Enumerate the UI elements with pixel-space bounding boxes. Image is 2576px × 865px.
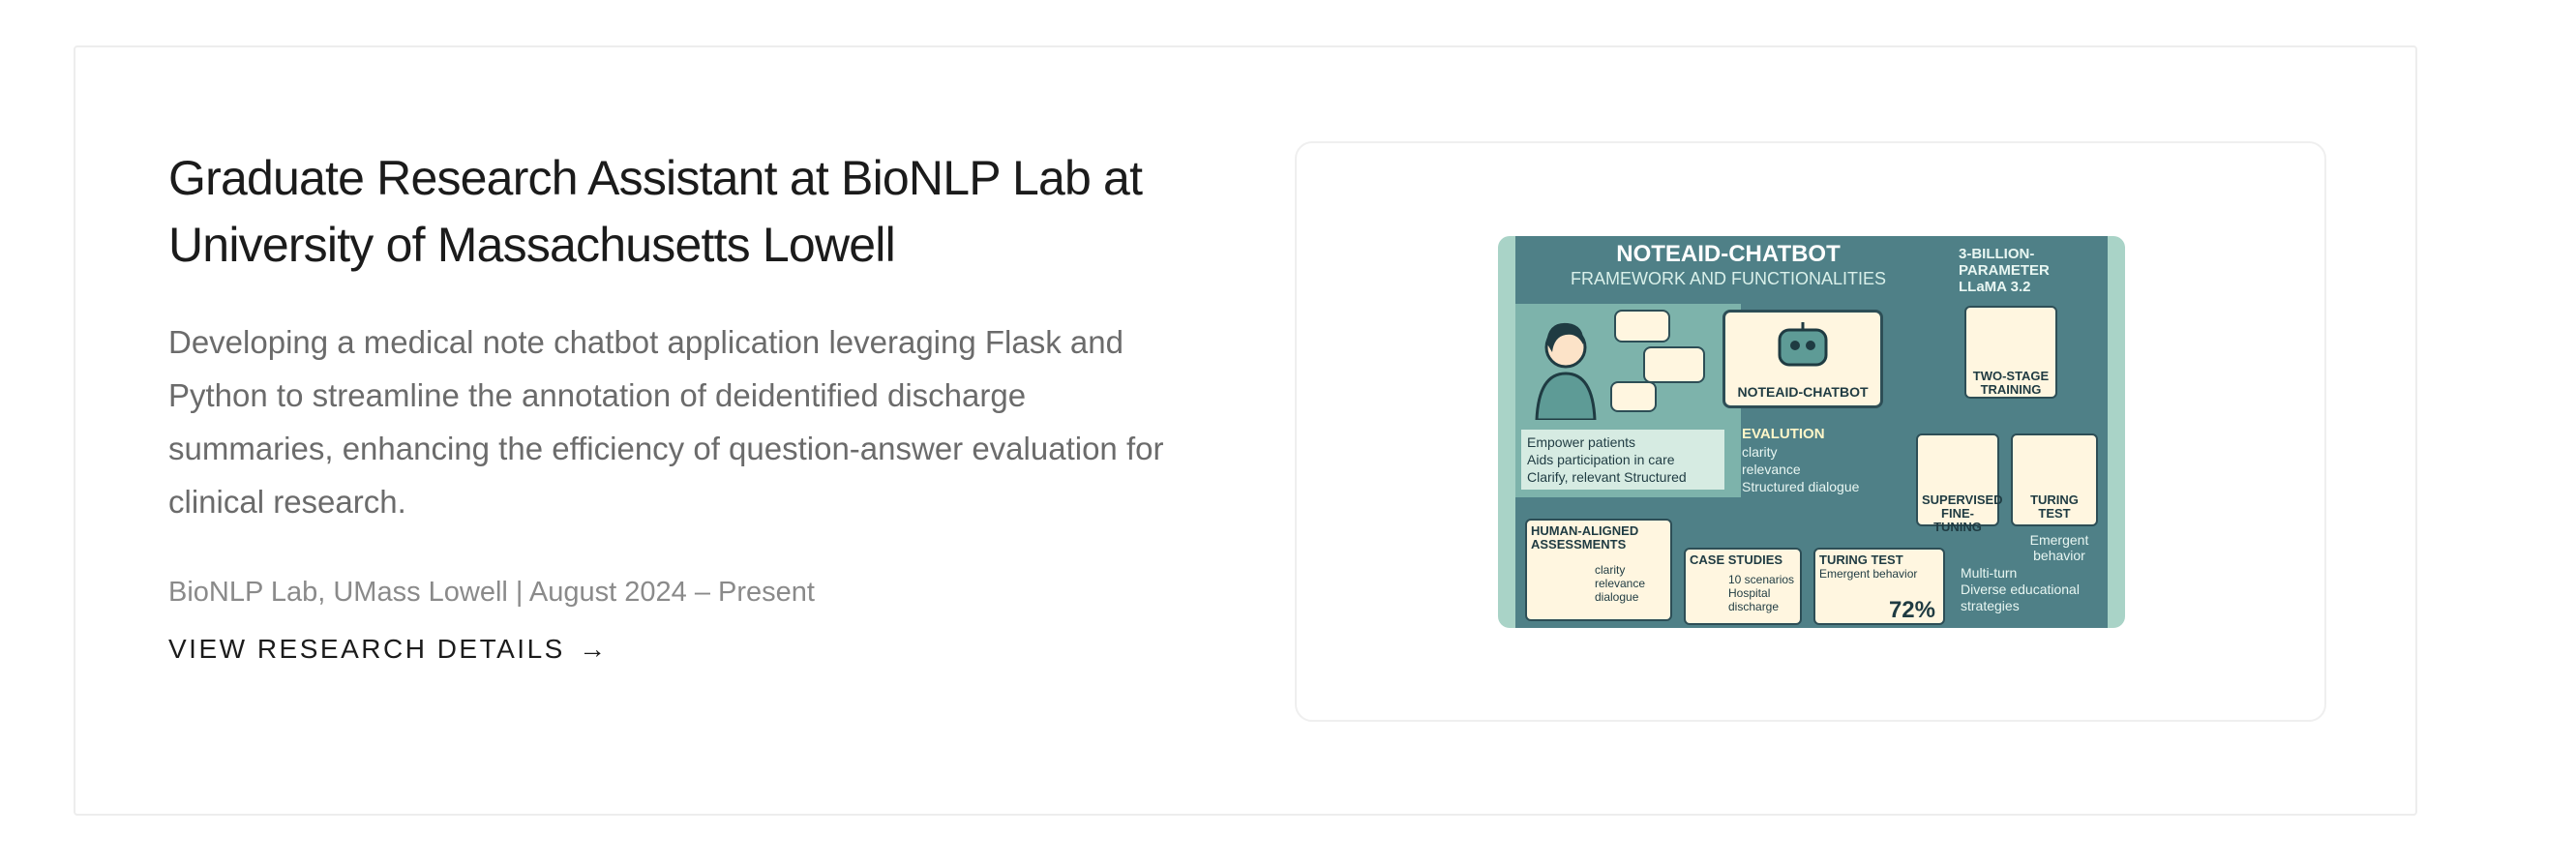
right-points: Multi-turn Diverse educational strategie…: [1961, 565, 2125, 614]
evaluation-block: EVALUTION clarity relevance Structured d…: [1742, 426, 1877, 495]
case-studies-box: CASE STUDIES 10 scenarios Hospital disch…: [1684, 548, 1802, 625]
chatbot-label: NOTEAID-CHATBOT: [1737, 384, 1869, 400]
evaluation-title: EVALUTION: [1742, 426, 1825, 442]
assessments-box: HUMAN-ALIGNED ASSESSMENTS clarity releva…: [1525, 519, 1672, 621]
infographic-title: NOTEAID-CHATBOT: [1616, 241, 1841, 267]
research-infographic: NOTEAID-CHATBOT FRAMEWORK AND FUNCTIONAL…: [1498, 236, 2125, 628]
sft-box: SUPERVISED FINE-TUNING: [1916, 433, 2003, 534]
right-point: Diverse educational strategies: [1961, 582, 2080, 613]
card-meta: BioNLP Lab, UMass Lowell | August 2024 –…: [168, 577, 815, 608]
arrow-right-icon: →: [579, 634, 607, 664]
evaluation-point: Structured dialogue: [1742, 479, 1860, 494]
view-research-details-link[interactable]: VIEW RESEARCH DETAILS →: [168, 634, 606, 665]
card-text-column: Graduate Research Assistant at BioNLP La…: [168, 145, 1184, 665]
evaluation-point: relevance: [1742, 462, 1801, 477]
chatbot-box: NOTEAID-CHATBOT: [1722, 310, 1883, 408]
training-box: TWO-STAGE TRAINING: [1964, 306, 2057, 399]
link-label: VIEW RESEARCH DETAILS: [168, 634, 565, 664]
infographic-subtitle: FRAMEWORK AND FUNCTIONALITIES: [1570, 269, 1887, 288]
robot-icon: [1778, 322, 1828, 367]
turing-test-box: TURING TEST: [2011, 433, 2098, 526]
chat-bubble-icon: [1610, 381, 1657, 412]
emergent-label: Emergent behavior: [2029, 532, 2089, 563]
patient-points: Empower patients Aids participation in c…: [1521, 430, 1724, 490]
patient-point: Empower patients: [1527, 434, 1636, 450]
patient-icon: [1535, 322, 1597, 420]
patient-point: Clarify, relevant Structured: [1527, 469, 1687, 485]
turing-results-box: TURING TEST Emergent behavior 72%: [1813, 548, 1945, 625]
card-description: Developing a medical note chatbot applic…: [168, 324, 1164, 520]
card-title: Graduate Research Assistant at BioNLP La…: [168, 151, 1143, 272]
patient-point: Aids participation in care: [1527, 452, 1675, 467]
evaluation-point: clarity: [1742, 444, 1778, 460]
chat-bubble-icon: [1643, 346, 1705, 383]
model-label: 3-BILLION-PARAMETER LLaMA 3.2: [1959, 246, 2050, 295]
chat-bubble-icon: [1614, 310, 1670, 343]
right-point: Multi-turn: [1961, 565, 2018, 581]
